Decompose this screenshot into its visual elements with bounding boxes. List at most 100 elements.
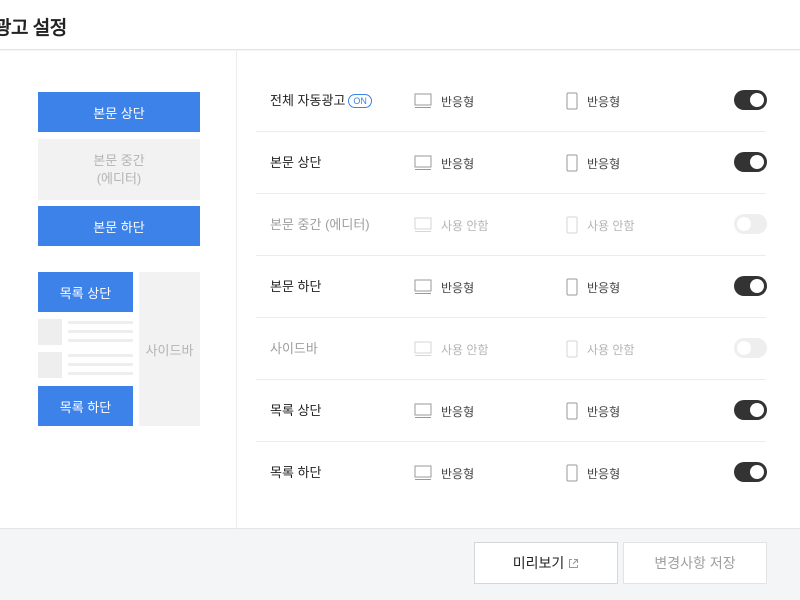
pc-ad-type[interactable]: 사용 안함 bbox=[414, 318, 489, 380]
ad-setting-row: 본문 상단 반응형 반응형 bbox=[256, 132, 767, 194]
phone-icon bbox=[566, 154, 578, 172]
preview-list-top-label: 목록 상단 bbox=[59, 285, 112, 301]
row-label-text: 본문 중간 (에디터) bbox=[270, 217, 370, 232]
toggle-knob bbox=[750, 465, 764, 479]
ad-toggle[interactable] bbox=[734, 400, 767, 420]
preview-body-top[interactable]: 본문 상단 bbox=[38, 92, 200, 132]
pc-ad-type[interactable]: 반응형 bbox=[414, 70, 474, 132]
toggle-knob bbox=[750, 403, 764, 417]
toggle-knob bbox=[750, 155, 764, 169]
toggle-knob bbox=[737, 341, 751, 355]
ad-setting-row: 본문 중간 (에디터) 사용 안함 사용 안함 bbox=[256, 194, 767, 256]
phone-icon bbox=[566, 464, 578, 482]
mobile-ad-type-label: 반응형 bbox=[587, 404, 621, 419]
row-label: 전체 자동광고 ON bbox=[270, 70, 372, 132]
ad-setting-row: 목록 상단 반응형 반응형 bbox=[256, 380, 767, 442]
row-label-text: 목록 하단 bbox=[270, 465, 322, 480]
mobile-ad-type-label: 반응형 bbox=[587, 280, 621, 295]
save-changes-button[interactable]: 변경사항 저장 bbox=[623, 542, 767, 584]
mobile-ad-type-label: 반응형 bbox=[587, 156, 621, 171]
pc-ad-type-label: 반응형 bbox=[441, 94, 475, 109]
row-label: 본문 하단 bbox=[270, 256, 321, 318]
toggle-knob bbox=[737, 217, 751, 231]
preview-list-thumb bbox=[38, 319, 62, 345]
pc-ad-type[interactable]: 반응형 bbox=[414, 256, 474, 318]
preview-button[interactable]: 미리보기 bbox=[474, 542, 618, 584]
mobile-ad-type[interactable]: 반응형 bbox=[566, 256, 620, 318]
preview-body-middle-sub: (에디터) bbox=[96, 170, 142, 186]
monitor-icon bbox=[414, 403, 432, 418]
pc-ad-type[interactable]: 반응형 bbox=[414, 132, 474, 194]
pc-ad-type-label: 사용 안함 bbox=[441, 342, 489, 357]
ad-toggle[interactable] bbox=[734, 462, 767, 482]
mobile-ad-type[interactable]: 반응형 bbox=[566, 380, 620, 442]
settings-panel: 본문 상단 본문 중간 (에디터) 본문 하단 목록 상단 목록 하단 사이드바… bbox=[0, 51, 800, 529]
mobile-ad-type-label: 반응형 bbox=[587, 94, 621, 109]
preview-list-top[interactable]: 목록 상단 bbox=[38, 272, 133, 312]
row-label: 본문 중간 (에디터) bbox=[270, 194, 370, 256]
mobile-ad-type-label: 사용 안함 bbox=[587, 218, 635, 233]
ad-setting-row: 목록 하단 반응형 반응형 bbox=[256, 442, 767, 504]
page-title: 광고 설정 bbox=[0, 18, 67, 39]
row-label: 사이드바 bbox=[270, 318, 318, 380]
preview-list-line bbox=[68, 372, 133, 375]
row-label: 목록 상단 bbox=[270, 380, 321, 442]
ad-setting-row: 사이드바 사용 안함 사용 안함 bbox=[256, 318, 767, 380]
toggle-knob bbox=[750, 93, 764, 107]
ad-setting-row: 전체 자동광고 ON 반응형 반응형 bbox=[256, 70, 767, 132]
preview-body-middle-label: 본문 중간 bbox=[93, 152, 145, 168]
panel-divider bbox=[236, 51, 237, 529]
header: 광고 설정 bbox=[0, 0, 800, 50]
save-changes-label: 변경사항 저장 bbox=[654, 555, 736, 571]
ad-toggle[interactable] bbox=[734, 152, 767, 172]
pc-ad-type[interactable]: 반응형 bbox=[414, 380, 474, 442]
mobile-ad-type[interactable]: 사용 안함 bbox=[566, 318, 635, 380]
mobile-ad-type[interactable]: 반응형 bbox=[566, 70, 620, 132]
preview-list-line bbox=[68, 354, 133, 357]
preview-sidebar-label: 사이드바 bbox=[145, 342, 194, 358]
preview-list-line bbox=[68, 321, 133, 324]
pc-ad-type-label: 반응형 bbox=[441, 156, 475, 171]
preview-body-bottom[interactable]: 본문 하단 bbox=[38, 206, 200, 246]
ad-toggle[interactable] bbox=[734, 90, 767, 110]
pc-ad-type[interactable]: 반응형 bbox=[414, 442, 474, 504]
pc-ad-type[interactable]: 사용 안함 bbox=[414, 194, 489, 256]
phone-icon bbox=[566, 402, 578, 420]
pc-ad-type-label: 반응형 bbox=[441, 466, 475, 481]
mobile-ad-type[interactable]: 반응형 bbox=[566, 442, 620, 504]
preview-list-line bbox=[68, 339, 133, 342]
mobile-ad-type-label: 사용 안함 bbox=[587, 342, 635, 357]
ad-setting-row: 본문 하단 반응형 반응형 bbox=[256, 256, 767, 318]
row-label-text: 사이드바 bbox=[270, 341, 318, 356]
phone-icon bbox=[566, 216, 578, 234]
monitor-icon bbox=[414, 155, 432, 170]
monitor-icon bbox=[414, 93, 432, 108]
preview-sidebar[interactable]: 사이드바 bbox=[139, 272, 200, 426]
monitor-icon bbox=[414, 341, 432, 356]
preview-list-line bbox=[68, 330, 133, 333]
row-label-text: 전체 자동광고 bbox=[270, 93, 346, 108]
toggle-knob bbox=[750, 279, 764, 293]
row-label: 본문 상단 bbox=[270, 132, 321, 194]
ad-toggle[interactable] bbox=[734, 214, 767, 234]
ad-toggle[interactable] bbox=[734, 338, 767, 358]
row-label-text: 본문 하단 bbox=[270, 279, 322, 294]
row-label-text: 본문 상단 bbox=[270, 155, 322, 170]
ad-toggle[interactable] bbox=[734, 276, 767, 296]
pc-ad-type-label: 반응형 bbox=[441, 404, 475, 419]
mobile-ad-type-label: 반응형 bbox=[587, 466, 621, 481]
phone-icon bbox=[566, 92, 578, 110]
preview-list-bottom[interactable]: 목록 하단 bbox=[38, 386, 133, 426]
preview-body-middle[interactable]: 본문 중간 (에디터) bbox=[38, 139, 200, 200]
preview-body-top-label: 본문 상단 bbox=[93, 105, 145, 121]
phone-icon bbox=[566, 340, 578, 358]
preview-list-bottom-label: 목록 하단 bbox=[59, 399, 112, 415]
pc-ad-type-label: 반응형 bbox=[441, 280, 475, 295]
on-badge: ON bbox=[348, 94, 372, 108]
row-label: 목록 하단 bbox=[270, 442, 321, 504]
mobile-ad-type[interactable]: 반응형 bbox=[566, 132, 620, 194]
preview-list-thumb bbox=[38, 352, 62, 378]
preview-list-line bbox=[68, 363, 133, 366]
external-link-icon bbox=[569, 558, 579, 568]
mobile-ad-type[interactable]: 사용 안함 bbox=[566, 194, 635, 256]
